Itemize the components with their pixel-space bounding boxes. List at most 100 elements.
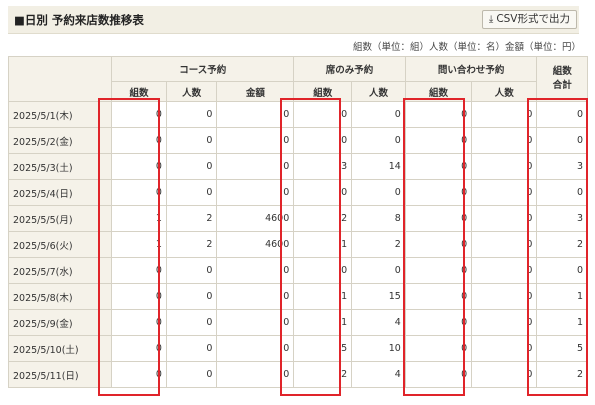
total-groups-cell: 5 — [536, 335, 588, 362]
course-amount-cell: 0 — [216, 257, 295, 284]
download-icon: ⤓ — [488, 14, 494, 25]
date-cell: 2025/5/7(水) — [7, 257, 113, 284]
course-groups-cell: 1 — [111, 205, 167, 232]
total-groups-cell: 0 — [536, 101, 588, 128]
total-groups-cell: 0 — [536, 257, 588, 284]
course-groups-cell: 0 — [111, 127, 167, 154]
inquiry-groups-cell: 0 — [404, 361, 473, 388]
inquiry-groups-cell: 0 — [404, 309, 473, 336]
table-row: 2025/5/7(水) 0 0 0 0 0 0 0 0 — [7, 257, 588, 284]
course-groups-cell: 0 — [111, 101, 167, 128]
seat-people-cell: 2 — [351, 231, 406, 258]
date-cell: 2025/5/11(日) — [7, 361, 113, 388]
course-amount-cell: 0 — [216, 309, 295, 336]
seat-groups-cell: 0 — [293, 127, 353, 154]
course-people-cell: 2 — [165, 205, 218, 232]
date-cell: 2025/5/1(木) — [7, 101, 113, 128]
course-people-cell: 0 — [165, 127, 218, 154]
date-cell: 2025/5/5(月) — [7, 205, 113, 232]
csv-export-button[interactable]: ⤓ CSV形式で出力 — [481, 10, 577, 29]
seat-only-reservation-header: 席のみ予約 — [293, 56, 406, 82]
inquiry-people-cell: 0 — [471, 309, 538, 336]
course-people-cell: 0 — [165, 335, 218, 362]
seat-groups-cell: 2 — [293, 361, 353, 388]
total-groups-cell: 1 — [536, 309, 588, 336]
csv-export-label: CSV形式で出力 — [496, 13, 570, 25]
inquiry-people-cell: 0 — [471, 361, 538, 388]
seat-groups-header: 組数 — [293, 81, 353, 102]
course-amount-cell: 4600 — [216, 205, 295, 232]
seat-groups-cell: 1 — [293, 231, 353, 258]
table-row: 2025/5/2(金) 0 0 0 0 0 0 0 0 — [7, 127, 588, 154]
date-cell: 2025/5/3(土) — [7, 153, 113, 180]
inquiry-reservation-header: 問い合わせ予約 — [404, 56, 538, 82]
course-people-cell: 0 — [165, 309, 218, 336]
seat-groups-cell: 0 — [293, 257, 353, 284]
total-groups-cell: 0 — [536, 179, 588, 206]
inquiry-groups-cell: 0 — [404, 127, 473, 154]
table-row: 2025/5/6(火) 1 2 4600 1 2 0 0 2 — [7, 231, 588, 258]
date-cell: 2025/5/4(日) — [7, 179, 113, 206]
inquiry-people-cell: 0 — [471, 335, 538, 362]
seat-groups-cell: 2 — [293, 205, 353, 232]
course-people-cell: 0 — [165, 361, 218, 388]
course-people-cell: 0 — [165, 179, 218, 206]
course-reservation-header: コース予約 — [111, 56, 295, 82]
seat-people-cell: 8 — [351, 205, 406, 232]
table-row: 2025/5/10(土) 0 0 0 5 10 0 0 5 — [7, 335, 588, 362]
seat-people-cell: 15 — [351, 283, 406, 310]
course-people-cell: 0 — [165, 257, 218, 284]
course-amount-cell: 0 — [216, 335, 295, 362]
seat-groups-cell: 3 — [293, 153, 353, 180]
seat-people-cell: 14 — [351, 153, 406, 180]
inquiry-people-cell: 0 — [471, 205, 538, 232]
seat-people-cell: 10 — [351, 335, 406, 362]
course-amount-cell: 0 — [216, 127, 295, 154]
seat-people-cell: 0 — [351, 101, 406, 128]
course-groups-cell: 0 — [111, 309, 167, 336]
inquiry-people-cell: 0 — [471, 257, 538, 284]
seat-groups-cell: 5 — [293, 335, 353, 362]
inquiry-people-cell: 0 — [471, 283, 538, 310]
seat-groups-cell: 0 — [293, 101, 353, 128]
total-groups-label: 組数 合計 — [552, 66, 572, 91]
seat-people-cell: 0 — [351, 127, 406, 154]
seat-people-cell: 0 — [351, 179, 406, 206]
course-groups-cell: 0 — [111, 153, 167, 180]
seat-people-cell: 0 — [351, 257, 406, 284]
date-cell: 2025/5/6(火) — [7, 231, 113, 258]
units-legend: 組数（単位：組）人数（単位：名）金額（単位：円） — [352, 42, 581, 53]
inquiry-groups-cell: 0 — [404, 101, 473, 128]
table-row: 2025/5/5(月) 1 2 4600 2 8 0 0 3 — [7, 205, 588, 232]
seat-people-cell: 4 — [351, 361, 406, 388]
inquiry-groups-cell: 0 — [404, 231, 473, 258]
seat-groups-cell: 1 — [293, 309, 353, 336]
course-groups-cell: 0 — [111, 257, 167, 284]
course-groups-cell: 1 — [111, 231, 167, 258]
date-cell: 2025/5/9(金) — [7, 309, 113, 336]
course-amount-cell: 0 — [216, 179, 295, 206]
seat-people-header: 人数 — [351, 81, 406, 102]
inquiry-groups-cell: 0 — [404, 153, 473, 180]
table-row: 2025/5/11(日) 0 0 0 2 4 0 0 2 — [7, 361, 588, 388]
course-amount-cell: 0 — [216, 361, 295, 388]
course-groups-cell: 0 — [111, 335, 167, 362]
course-people-cell: 0 — [165, 283, 218, 310]
inquiry-groups-cell: 0 — [404, 335, 473, 362]
date-cell: 2025/5/2(金) — [7, 127, 113, 154]
course-groups-header: 組数 — [111, 81, 167, 102]
course-amount-cell: 0 — [216, 283, 295, 310]
inquiry-people-cell: 0 — [471, 127, 538, 154]
inquiry-groups-cell: 0 — [404, 283, 473, 310]
course-amount-header: 金額 — [216, 81, 295, 102]
seat-groups-cell: 1 — [293, 283, 353, 310]
inquiry-people-cell: 0 — [471, 153, 538, 180]
seat-groups-cell: 0 — [293, 179, 353, 206]
total-groups-header: 組数 合計 — [536, 56, 588, 102]
total-groups-cell: 0 — [536, 127, 588, 154]
inquiry-groups-cell: 0 — [404, 257, 473, 284]
course-amount-cell: 0 — [216, 101, 295, 128]
total-groups-cell: 3 — [536, 153, 588, 180]
course-amount-cell: 4600 — [216, 231, 295, 258]
table-row: 2025/5/4(日) 0 0 0 0 0 0 0 0 — [7, 179, 588, 206]
